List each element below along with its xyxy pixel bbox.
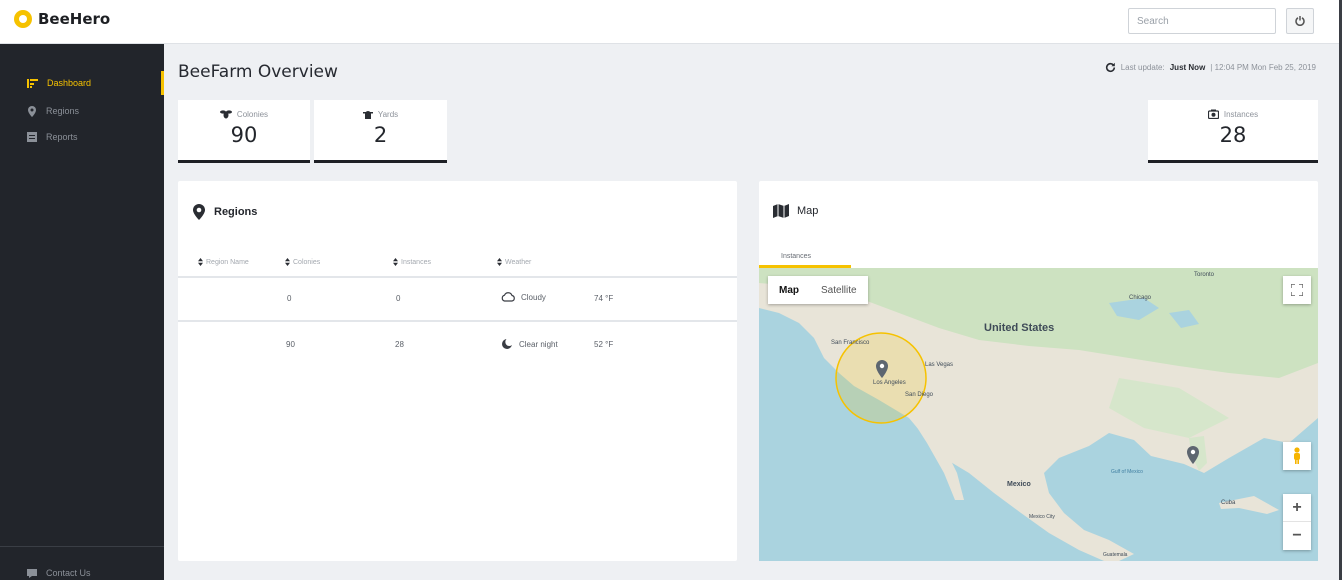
column-header-weather[interactable]: Weather [497,258,531,266]
contact-us-link[interactable]: Contact Us [0,561,164,580]
hive-icon [362,111,373,119]
cloud-icon [501,292,515,302]
coverage-radius [835,332,927,424]
search-input[interactable] [1128,8,1276,34]
sidebar-item-label: Reports [46,132,78,142]
last-update: Last update: Just Now | 12:04 PM Mon Feb… [1105,62,1316,73]
stat-value: 2 [373,123,388,147]
sort-icon [393,258,398,266]
sort-icon [198,258,203,266]
map-label-cuba: Cuba [1221,500,1236,506]
power-icon [1295,16,1305,26]
map-type-map-button[interactable]: Map [768,285,810,296]
cell-temperature: 74 °F [594,294,614,303]
street-view-button[interactable] [1283,442,1311,470]
map-label-mexico-city: Mexico City [1029,514,1055,520]
sidebar-item-dashboard[interactable]: Dashboard [0,71,164,95]
zoom-in-button[interactable]: + [1283,495,1311,522]
stat-value: 28 [1219,123,1247,147]
map-type-toggle: Map Satellite [768,276,868,304]
cell-colonies: 0 [287,294,292,303]
zoom-out-button[interactable]: − [1283,522,1311,549]
sort-icon [285,258,290,266]
pegman-icon [1294,447,1300,464]
regions-title: Regions [214,206,258,218]
stat-label: Instances [1223,109,1259,119]
report-icon [27,132,37,142]
map-canvas[interactable]: United States San Francisco Las Vegas Lo… [759,268,1318,561]
table-divider [178,320,737,322]
cell-instances: 0 [396,294,401,303]
fullscreen-button[interactable] [1283,276,1311,304]
map-card-title: Map [773,204,818,218]
column-header-region-name[interactable]: Region Name [198,258,249,266]
sidebar-item-regions[interactable]: Regions [0,99,164,123]
brand-logo[interactable]: BeeHero [14,10,110,28]
map-label-toronto: Toronto [1194,272,1215,278]
map-label-san-diego: San Diego [905,392,934,398]
tab-instances[interactable]: Instances [759,250,851,268]
map-icon [773,204,789,218]
last-update-value: Just Now [1169,63,1206,72]
map-label-mexico: Mexico [1007,481,1031,488]
map-label-gulf: Gulf of Mexico [1111,469,1143,475]
column-header-colonies[interactable]: Colonies [285,258,320,266]
brand-name: BeeHero [38,10,111,28]
map-label-los-angeles: Los Angeles [873,380,906,386]
stat-value: 90 [230,123,258,147]
cell-colonies: 90 [286,340,295,349]
location-icon [193,204,205,220]
last-update-label: Last update: [1120,63,1165,72]
top-header: BeeHero [0,0,1342,44]
location-icon [28,105,36,117]
sidebar-item-label: Regions [46,106,80,116]
map-type-satellite-button[interactable]: Satellite [810,285,868,296]
sidebar-divider [0,546,164,547]
stat-instances: Instances 28 [1148,100,1318,163]
sort-icon [497,258,502,266]
column-header-instances[interactable]: Instances [393,258,431,266]
map-label-san-francisco: San Francisco [831,340,870,346]
cell-temperature: 52 °F [594,340,614,349]
table-divider [178,276,737,278]
power-button[interactable] [1286,8,1314,34]
cell-weather: Clear night [501,338,558,350]
cell-weather: Cloudy [501,292,546,302]
page-title: BeeFarm Overview [178,62,338,82]
map-view[interactable]: United States San Francisco Las Vegas Lo… [759,268,1318,561]
cell-instances: 28 [395,340,404,349]
last-update-time: | 12:04 PM Mon Feb 25, 2019 [1210,63,1316,72]
sidebar-item-reports[interactable]: Reports [0,125,164,149]
fullscreen-icon [1291,284,1303,296]
sidebar-item-label: Dashboard [47,78,92,88]
stat-colonies: Colonies 90 [178,100,310,163]
map-label-guatemala: Guatemala [1103,552,1128,558]
stat-label: Colonies [236,109,269,119]
map-title: Map [797,205,819,217]
stat-label: Yards [377,109,399,119]
stat-yards: Yards 2 [314,100,447,163]
map-label-country: United States [984,322,1054,334]
zoom-controls: + − [1283,494,1311,550]
bee-icon [219,110,232,119]
map-label-chicago: Chicago [1129,295,1152,301]
clear-night-icon [502,338,513,349]
dashboard-icon [27,78,38,88]
refresh-icon[interactable] [1105,62,1116,73]
contact-us-label: Contact Us [46,568,91,578]
beehero-logo-icon [14,10,32,28]
sidebar: Dashboard Regions Reports Contact Us [0,44,164,580]
regions-card: Regions [178,181,737,561]
chat-icon [27,568,37,578]
map-label-las-vegas: Las Vegas [925,362,953,368]
regions-card-title: Regions [192,204,257,220]
camera-icon [1207,109,1219,119]
